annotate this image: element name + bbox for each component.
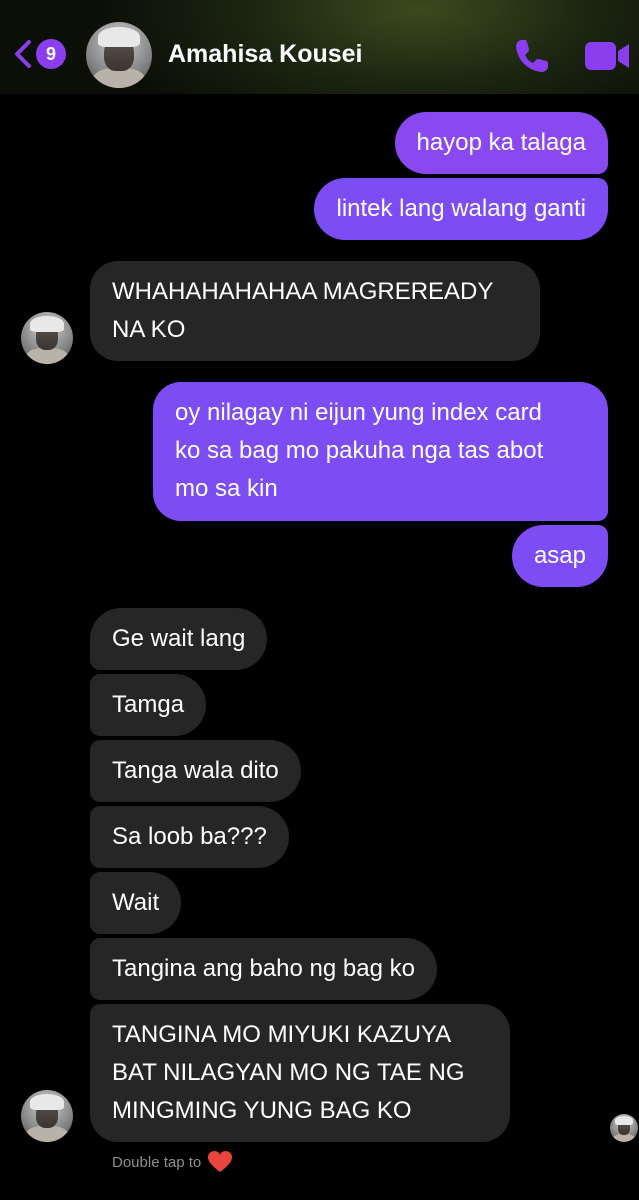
message-text: Wait xyxy=(112,889,160,916)
message-text-line: WHAHAHAHAHAA MAGREREADY xyxy=(112,278,494,305)
message-text-line: NA KO xyxy=(112,316,186,343)
message-text: hayop ka talaga xyxy=(416,129,586,156)
contact-avatar[interactable] xyxy=(86,22,152,88)
sender-avatar[interactable] xyxy=(21,312,73,364)
message-bubble-received[interactable]: Sa loob ba??? xyxy=(90,806,289,868)
sender-avatar[interactable] xyxy=(21,1090,73,1142)
message-bubble-received[interactable]: TANGINA MO MIYUKI KAZUYA BAT NILAGYAN MO… xyxy=(90,1004,510,1142)
message-text: Ge wait lang xyxy=(112,625,246,652)
message-bubble-received[interactable]: Wait xyxy=(90,872,182,934)
message-text-line: ko sa bag mo pakuha nga tas abot xyxy=(175,437,544,464)
message-text-line: TANGINA MO MIYUKI KAZUYA xyxy=(112,1021,452,1048)
message-bubble-sent[interactable]: hayop ka talaga xyxy=(394,112,608,174)
hint-text: Double tap to xyxy=(112,1153,202,1171)
message-text: Tamga xyxy=(112,691,185,718)
message-text-line: BAT NILAGYAN MO NG TAE NG xyxy=(112,1059,465,1086)
message-text: Tanga wala dito xyxy=(112,757,279,784)
message-text-line: MINGMING YUNG BAG KO xyxy=(112,1097,412,1124)
message-bubble-received[interactable]: Tangina ang baho ng bag ko xyxy=(90,938,437,1000)
message-text: asap xyxy=(533,542,586,569)
chat-header: 9 Amahisa Kousei xyxy=(0,0,639,94)
message-bubble-received[interactable]: Tanga wala dito xyxy=(90,740,301,802)
message-bubble-sent[interactable]: asap xyxy=(511,525,608,587)
message-text-line: mo sa kin xyxy=(175,475,278,502)
contact-name[interactable]: Amahisa Kousei xyxy=(168,40,363,69)
phone-icon[interactable] xyxy=(512,36,552,76)
message-bubble-received[interactable]: Tamga xyxy=(90,674,207,736)
heart-icon xyxy=(208,1151,233,1172)
message-bubble-sent[interactable]: oy nilagay ni eijun yung index card ko s… xyxy=(153,382,608,521)
message-bubble-received[interactable]: Ge wait lang xyxy=(90,608,268,670)
message-text: Sa loob ba??? xyxy=(112,823,267,850)
back-button[interactable]: 9 xyxy=(12,34,72,74)
video-camera-icon[interactable] xyxy=(583,38,631,74)
double-tap-hint: Double tap to xyxy=(112,1150,233,1174)
read-receipt-avatar xyxy=(610,1114,638,1142)
chevron-left-icon xyxy=(15,40,31,68)
message-bubble-received[interactable]: WHAHAHAHAHAA MAGREREADY NA KO xyxy=(90,261,540,361)
unread-badge: 9 xyxy=(36,39,66,69)
message-bubble-sent[interactable]: lintek lang walang ganti xyxy=(314,178,608,240)
message-text: Tangina ang baho ng bag ko xyxy=(112,955,415,982)
message-text: lintek lang walang ganti xyxy=(336,195,586,222)
message-text-line: oy nilagay ni eijun yung index card xyxy=(175,399,542,426)
